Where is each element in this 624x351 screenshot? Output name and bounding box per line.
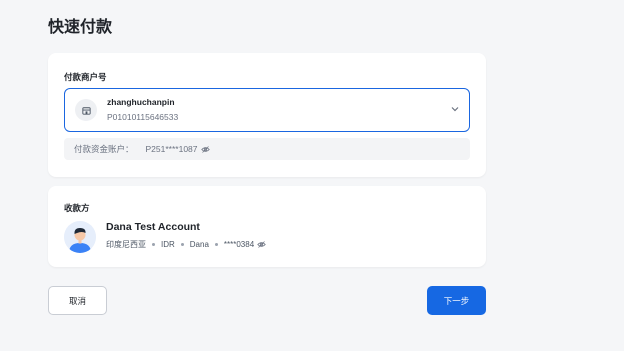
eye-off-icon[interactable] — [257, 240, 266, 249]
merchant-name: zhanghuchanpin — [107, 97, 175, 107]
avatar — [64, 221, 96, 253]
fund-account-label: 付款资金账户： — [74, 144, 134, 154]
payer-card: 付款商户号 zhanghuchanpin P01010115646533 付款资… — [48, 53, 486, 177]
next-step-button[interactable]: 下一步 — [427, 286, 486, 315]
page-title: 快速付款 — [48, 19, 113, 36]
payee-name: Dana Test Account — [106, 221, 200, 233]
payee-country: 印度尼西亚 — [106, 240, 146, 249]
payee-currency: IDR — [161, 240, 175, 249]
payee-card: 收款方 Dana Test Account 印度尼西亚 IDR Dana ***… — [48, 186, 486, 267]
payee-account: ****0384 — [223, 240, 255, 249]
fund-account-row: 付款资金账户： P251****1087 — [64, 138, 470, 160]
quick-payment-page: 快速付款 付款商户号 zhanghuchanpin P0101011564653… — [0, 0, 624, 351]
cancel-button[interactable]: 取消 — [48, 286, 107, 315]
separator-dot — [180, 243, 184, 246]
payee-details: 印度尼西亚 IDR Dana ****0384 — [106, 239, 266, 250]
chevron-down-icon — [451, 107, 459, 112]
separator-dot — [152, 243, 155, 246]
fund-account-value: P251****1087 — [145, 144, 198, 154]
payee-channel: Dana — [189, 240, 209, 249]
store-icon — [75, 99, 97, 121]
merchant-id: P01010115646533 — [107, 112, 179, 122]
separator-dot — [214, 243, 218, 246]
merchant-select[interactable]: zhanghuchanpin P01010115646533 — [64, 88, 470, 132]
eye-off-icon[interactable] — [200, 145, 210, 154]
payer-section-label: 付款商户号 — [64, 72, 107, 82]
payee-section-label: 收款方 — [64, 203, 90, 213]
